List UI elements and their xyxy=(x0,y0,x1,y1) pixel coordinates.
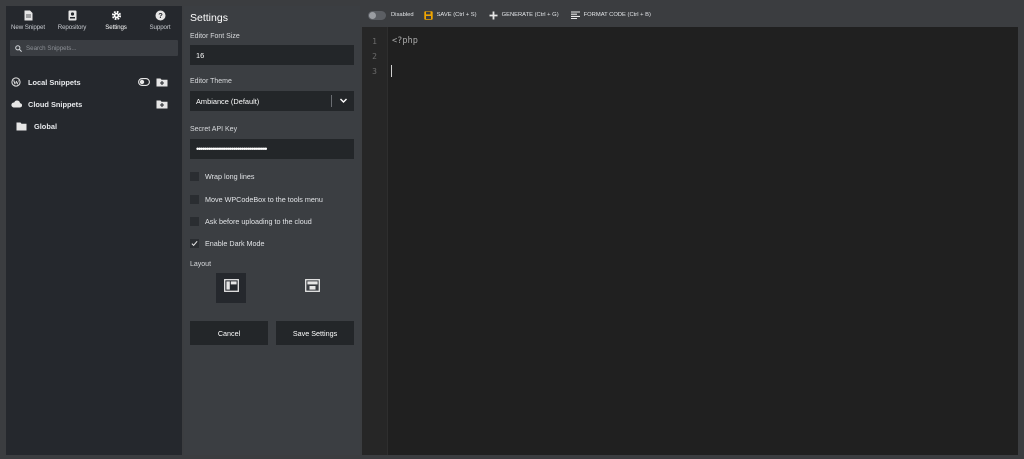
layout-stacked-icon xyxy=(304,279,320,297)
layout-sidebar-icon xyxy=(223,279,239,297)
new-snippet-button[interactable]: New Snippet xyxy=(6,6,50,38)
theme-label: Editor Theme xyxy=(190,78,232,85)
search-box xyxy=(10,40,178,56)
theme-select[interactable]: Ambiance (Default) xyxy=(190,91,354,111)
checkbox xyxy=(190,171,199,181)
folder-global-row[interactable]: Global xyxy=(6,117,182,135)
plus-icon xyxy=(489,11,498,20)
generate-button[interactable]: GENERATE (Ctrl + G) xyxy=(489,11,559,20)
save-icon xyxy=(423,10,433,20)
tools-menu-label: Move WPCodeBox to the tools menu xyxy=(205,194,323,204)
local-snippets-row[interactable]: W Local Snippets xyxy=(6,73,182,91)
layout-sidebar-option[interactable] xyxy=(216,273,246,303)
checkbox xyxy=(190,216,199,226)
checkbox-checked xyxy=(190,238,199,248)
wrap-lines-checkbox[interactable]: Wrap long lines xyxy=(190,170,254,182)
api-key-input[interactable]: •••••••••••••••••••••••••••••••••••• xyxy=(190,139,354,159)
layout-label: Layout xyxy=(190,261,212,268)
local-snippets-label: Local Snippets xyxy=(28,77,81,87)
status-text: Disabled xyxy=(391,12,414,18)
cloud-snippets-row[interactable]: Cloud Snippets xyxy=(6,95,182,113)
add-folder-icon[interactable] xyxy=(156,77,168,87)
support-label: Support xyxy=(149,24,171,31)
save-settings-button[interactable]: Save Settings xyxy=(276,321,354,345)
wordpress-icon: W xyxy=(11,77,21,87)
line-number: 2 xyxy=(372,52,377,61)
repository-icon xyxy=(67,10,78,21)
enable-toggle[interactable] xyxy=(368,10,386,20)
toggle-view-icon[interactable] xyxy=(138,77,150,87)
code-editor[interactable]: 1 2 3 <?php xyxy=(362,27,1018,455)
save-button[interactable]: SAVE (Ctrl + S) xyxy=(423,10,477,20)
checkmark-icon xyxy=(191,240,198,246)
layout-stacked-option[interactable] xyxy=(297,273,327,303)
tools-menu-checkbox[interactable]: Move WPCodeBox to the tools menu xyxy=(190,193,323,205)
search-icon xyxy=(15,39,22,57)
chevron-down-icon xyxy=(339,96,348,107)
add-cloud-folder-icon[interactable] xyxy=(156,99,168,109)
svg-text:W: W xyxy=(13,79,20,86)
cancel-button[interactable]: Cancel xyxy=(190,321,268,345)
select-divider xyxy=(331,95,332,107)
code-line: <?php xyxy=(392,36,418,46)
api-key-label: Secret API Key xyxy=(190,126,238,133)
top-navigation: New Snippet Repository Settings ? Suppor… xyxy=(6,6,182,38)
line-number: 3 xyxy=(372,67,377,76)
settings-title: Settings xyxy=(190,12,228,24)
font-size-input[interactable]: 16 xyxy=(190,45,354,65)
line-number-gutter: 1 2 3 xyxy=(362,27,388,455)
search-input[interactable] xyxy=(26,44,166,52)
repository-button[interactable]: Repository xyxy=(50,6,94,38)
checkbox xyxy=(190,194,199,204)
line-number: 1 xyxy=(372,37,377,46)
text-cursor xyxy=(391,65,392,77)
settings-panel: Settings Editor Font Size 16 Editor Them… xyxy=(184,6,360,455)
dark-mode-label: Enable Dark Mode xyxy=(205,238,265,248)
wrap-lines-label: Wrap long lines xyxy=(205,171,255,181)
generate-label: GENERATE (Ctrl + G) xyxy=(501,12,559,18)
format-code-label: FORMAT CODE (Ctrl + B) xyxy=(583,12,651,18)
snippets-sidebar: New Snippet Repository Settings ? Suppor… xyxy=(6,6,182,455)
svg-text:?: ? xyxy=(158,11,163,20)
support-button[interactable]: ? Support xyxy=(138,6,182,38)
gear-icon xyxy=(111,10,122,21)
help-icon: ? xyxy=(155,10,166,21)
ask-upload-checkbox[interactable]: Ask before uploading to the cloud xyxy=(190,215,312,227)
format-code-button[interactable]: FORMAT CODE (Ctrl + B) xyxy=(570,11,651,19)
settings-nav-label: Settings xyxy=(105,24,127,31)
cloud-snippets-label: Cloud Snippets xyxy=(28,99,83,109)
editor-toolbar: Disabled SAVE (Ctrl + S) GENERATE (Ctrl … xyxy=(362,6,1018,24)
status-label: Disabled xyxy=(391,12,414,18)
settings-nav-button[interactable]: Settings xyxy=(94,6,138,38)
ask-upload-label: Ask before uploading to the cloud xyxy=(205,216,312,226)
folder-global-label: Global xyxy=(34,121,57,131)
save-label: SAVE (Ctrl + S) xyxy=(436,12,477,18)
font-size-label: Editor Font Size xyxy=(190,33,240,40)
cloud-icon xyxy=(11,100,22,108)
align-left-icon xyxy=(570,11,580,19)
repository-label: Repository xyxy=(57,24,87,31)
file-icon xyxy=(23,10,34,21)
theme-value: Ambiance (Default) xyxy=(196,96,260,106)
dark-mode-checkbox[interactable]: Enable Dark Mode xyxy=(190,237,265,249)
new-snippet-label: New Snippet xyxy=(11,24,45,31)
folder-icon xyxy=(16,122,27,131)
